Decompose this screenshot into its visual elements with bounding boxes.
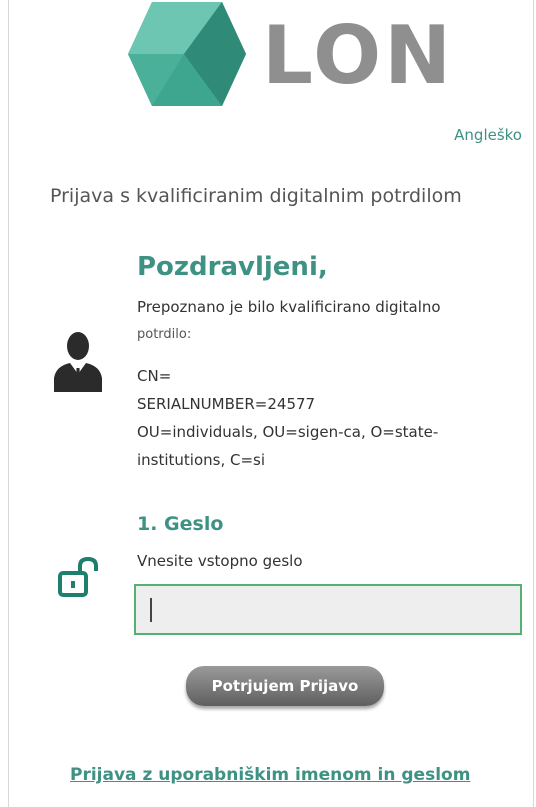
cert-cn: CN= (137, 367, 172, 385)
user-silhouette-icon (52, 330, 104, 392)
cert-ou-line-1: OU=individuals, OU=sigen-ca, O=state- (137, 423, 439, 441)
detected-line-1: Prepoznano je bilo kvalificirano digital… (137, 298, 441, 316)
certificate-subject: CN= SERIALNUMBER=24577 OU=individuals, O… (137, 362, 522, 474)
unlock-icon (58, 556, 102, 597)
cert-serial: SERIALNUMBER=24577 (137, 395, 316, 413)
greeting-heading: Pozdravljeni, (137, 252, 328, 282)
detected-line-2: potrdilo: (137, 327, 192, 342)
left-border (8, 0, 9, 807)
language-link-english[interactable]: Angleško (454, 126, 522, 144)
lon-logo: LON (124, 0, 451, 108)
cert-ou-line-2: institutions, C=si (137, 451, 266, 469)
password-label: Vnesite vstopno geslo (137, 552, 303, 570)
username-password-login-link[interactable]: Prijava z uporabniškim imenom in geslom (70, 765, 470, 785)
hexagon-logo-icon (128, 2, 246, 106)
certificate-detected-text: Prepoznano je bilo kvalificirano digital… (137, 293, 522, 349)
right-border (533, 0, 534, 807)
password-input[interactable] (134, 584, 522, 635)
logo-wordmark: LON (262, 9, 455, 102)
step-title: 1. Geslo (137, 513, 224, 535)
text-caret (150, 598, 152, 622)
page-title: Prijava s kvalificiranim digitalnim potr… (50, 185, 462, 207)
confirm-login-button[interactable]: Potrjujem Prijavo (186, 666, 384, 706)
